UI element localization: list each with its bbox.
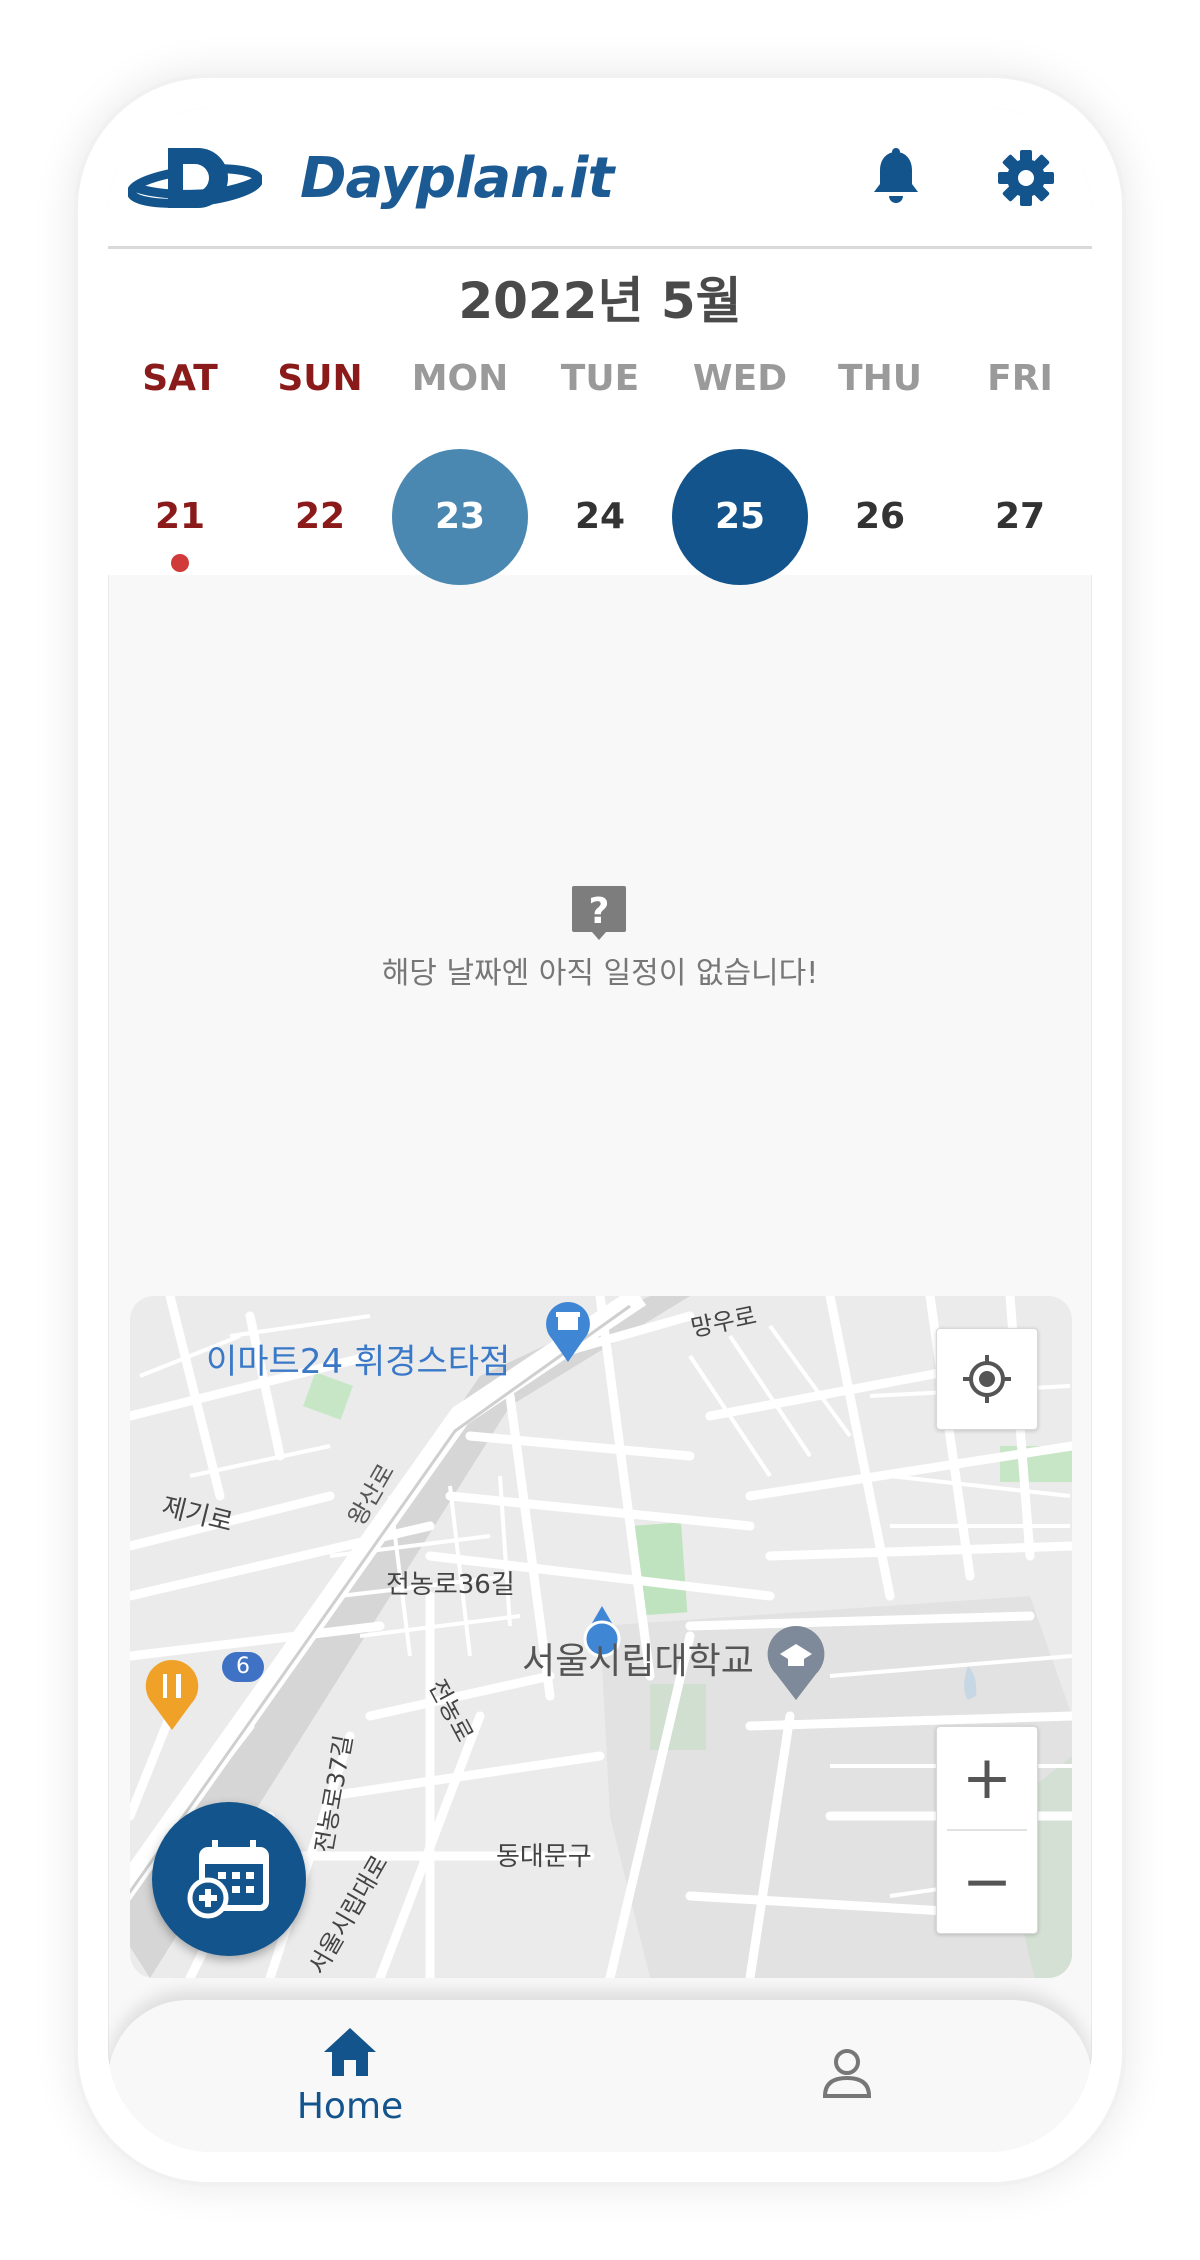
date-number: 27 [994,496,1046,537]
date-cell-26[interactable]: 26 [810,449,950,589]
month-title[interactable]: 2022년 5월 [108,261,1092,333]
bell-icon[interactable] [864,146,928,210]
weekday-label-sun: SUN [277,358,363,399]
empty-schedule-message: 해당 날짜엔 아직 일정이 없습니다! [381,956,819,991]
map-label-jeonnong-36: 전농로36길 [386,1570,515,1600]
calendar-add-icon [187,1840,269,1919]
gear-icon[interactable] [994,146,1058,210]
weekday-label-thu: THU [838,358,922,399]
map-label-district: 동대문구 [496,1842,592,1872]
weekday-label-wed: WED [692,358,788,399]
home-icon[interactable] [322,2026,378,2078]
date-number: 22 [294,496,346,537]
map-bus-stop-number[interactable]: 6 [236,1652,250,1682]
weekday-label-mon: MON [411,358,509,399]
app-header: Dayplan.it [108,108,1092,249]
weekday-label-sat: SAT [142,358,218,399]
date-cell-21[interactable]: 21 [110,449,250,589]
date-cell-22[interactable]: 22 [250,449,390,589]
question-bubble-icon: ? [572,886,626,940]
date-cell-25[interactable]: 25 [670,449,810,589]
zoom-controls: + − [936,1726,1038,1934]
date-number: 25 [714,496,766,537]
svg-text:?: ? [589,891,610,932]
zoom-out-button[interactable]: − [937,1831,1037,1933]
add-schedule-button[interactable] [152,1802,306,1956]
weekday-label-tue: TUE [560,358,640,399]
my-location-button[interactable] [936,1328,1038,1430]
app-brand-title: Dayplan.it [300,146,614,211]
bottom-navigation: Home [108,2000,1092,2152]
map-label-store: 이마트24 휘경스타점 [206,1342,511,1382]
week-calendar: 2022년 5월 SAT 21 SUN 22 MON 23 TUE 24 WED 25 THU 26 F… [108,249,1092,585]
weekday-label-fri: FRI [987,358,1053,399]
date-cell-24[interactable]: 24 [530,449,670,589]
date-cell-27[interactable]: 27 [950,449,1090,589]
date-number: 24 [574,496,626,537]
event-indicator-dot [171,554,189,572]
map-label-university: 서울시립대학교 [522,1641,754,1682]
app-screen: Dayplan.it 2022년 5월 SAT 21 SUN 22 MON 23 TU [108,108,1092,2152]
user-icon[interactable] [820,2046,874,2100]
date-number: 26 [854,496,906,537]
planet-d-logo-icon[interactable] [128,140,262,216]
date-cell-23[interactable]: 23 [390,449,530,589]
nav-home-label[interactable]: Home [248,2086,452,2127]
crosshair-icon [963,1355,1011,1403]
date-number: 23 [434,496,486,537]
zoom-in-button[interactable]: + [937,1727,1037,1829]
